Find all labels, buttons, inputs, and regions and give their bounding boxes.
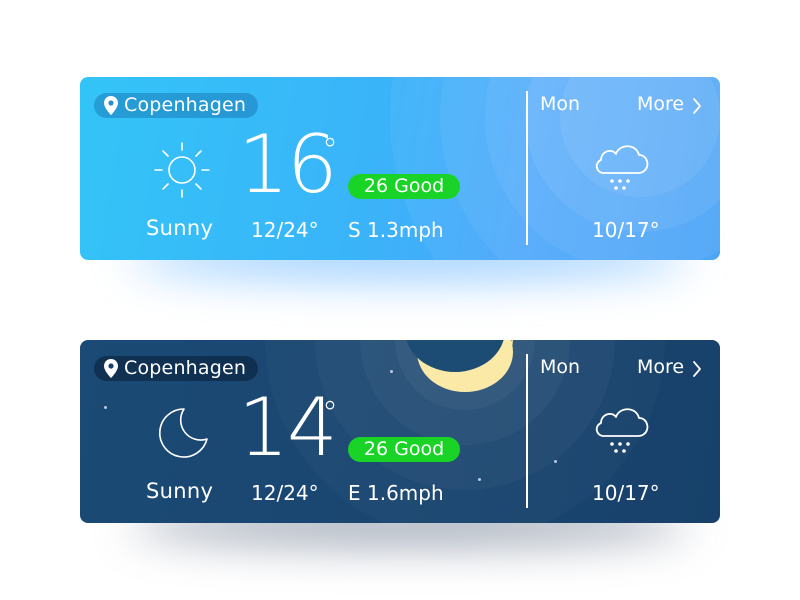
location-pin-icon — [104, 359, 118, 378]
crescent-moon-decoration — [406, 340, 513, 392]
snow-cloud-icon — [595, 145, 649, 190]
snow-cloud-icon — [595, 408, 649, 453]
location-badge[interactable]: Copenhagen — [94, 93, 259, 118]
crescent-moon-icon — [159, 408, 208, 458]
chevron-right-icon — [693, 361, 702, 377]
more-label: More — [637, 356, 685, 378]
air-quality-badge: 26 Good — [348, 437, 460, 462]
condition-label: Sunny — [146, 479, 214, 503]
star — [390, 370, 393, 373]
location-badge[interactable]: Copenhagen — [94, 356, 259, 381]
degree-symbol: ° — [322, 131, 338, 169]
degree-symbol: ° — [322, 394, 338, 432]
condition-label: Sunny — [146, 216, 214, 240]
air-quality-badge: 26 Good — [348, 174, 460, 199]
temperature-range: 12/24° — [251, 481, 319, 505]
star — [104, 406, 107, 409]
wind-speed: E 1.6mph — [348, 481, 444, 505]
weather-card-night[interactable]: Copenhagen Sunny 14 ° 12/24° 26 Good E 1… — [80, 340, 720, 523]
temperature-range: 12/24° — [251, 218, 319, 242]
divider — [526, 91, 528, 245]
forecast-day: Mon — [540, 93, 581, 115]
location-name: Copenhagen — [124, 94, 247, 116]
location-name: Copenhagen — [124, 357, 247, 379]
wind-speed: S 1.3mph — [348, 218, 444, 242]
weather-card-day[interactable]: Copenhagen Sunny 16 ° 12/24° 26 Good S 1… — [80, 77, 720, 260]
star — [478, 478, 481, 481]
sun-icon — [154, 142, 210, 198]
forecast-day: Mon — [540, 356, 581, 378]
forecast-temperature-range: 10/17° — [592, 218, 660, 242]
more-link[interactable]: More — [637, 93, 702, 115]
location-pin-icon — [104, 96, 118, 115]
chevron-right-icon — [693, 98, 702, 114]
forecast-temperature-range: 10/17° — [592, 481, 660, 505]
more-label: More — [637, 93, 685, 115]
divider — [526, 354, 528, 508]
star — [554, 460, 557, 463]
more-link[interactable]: More — [637, 356, 702, 378]
